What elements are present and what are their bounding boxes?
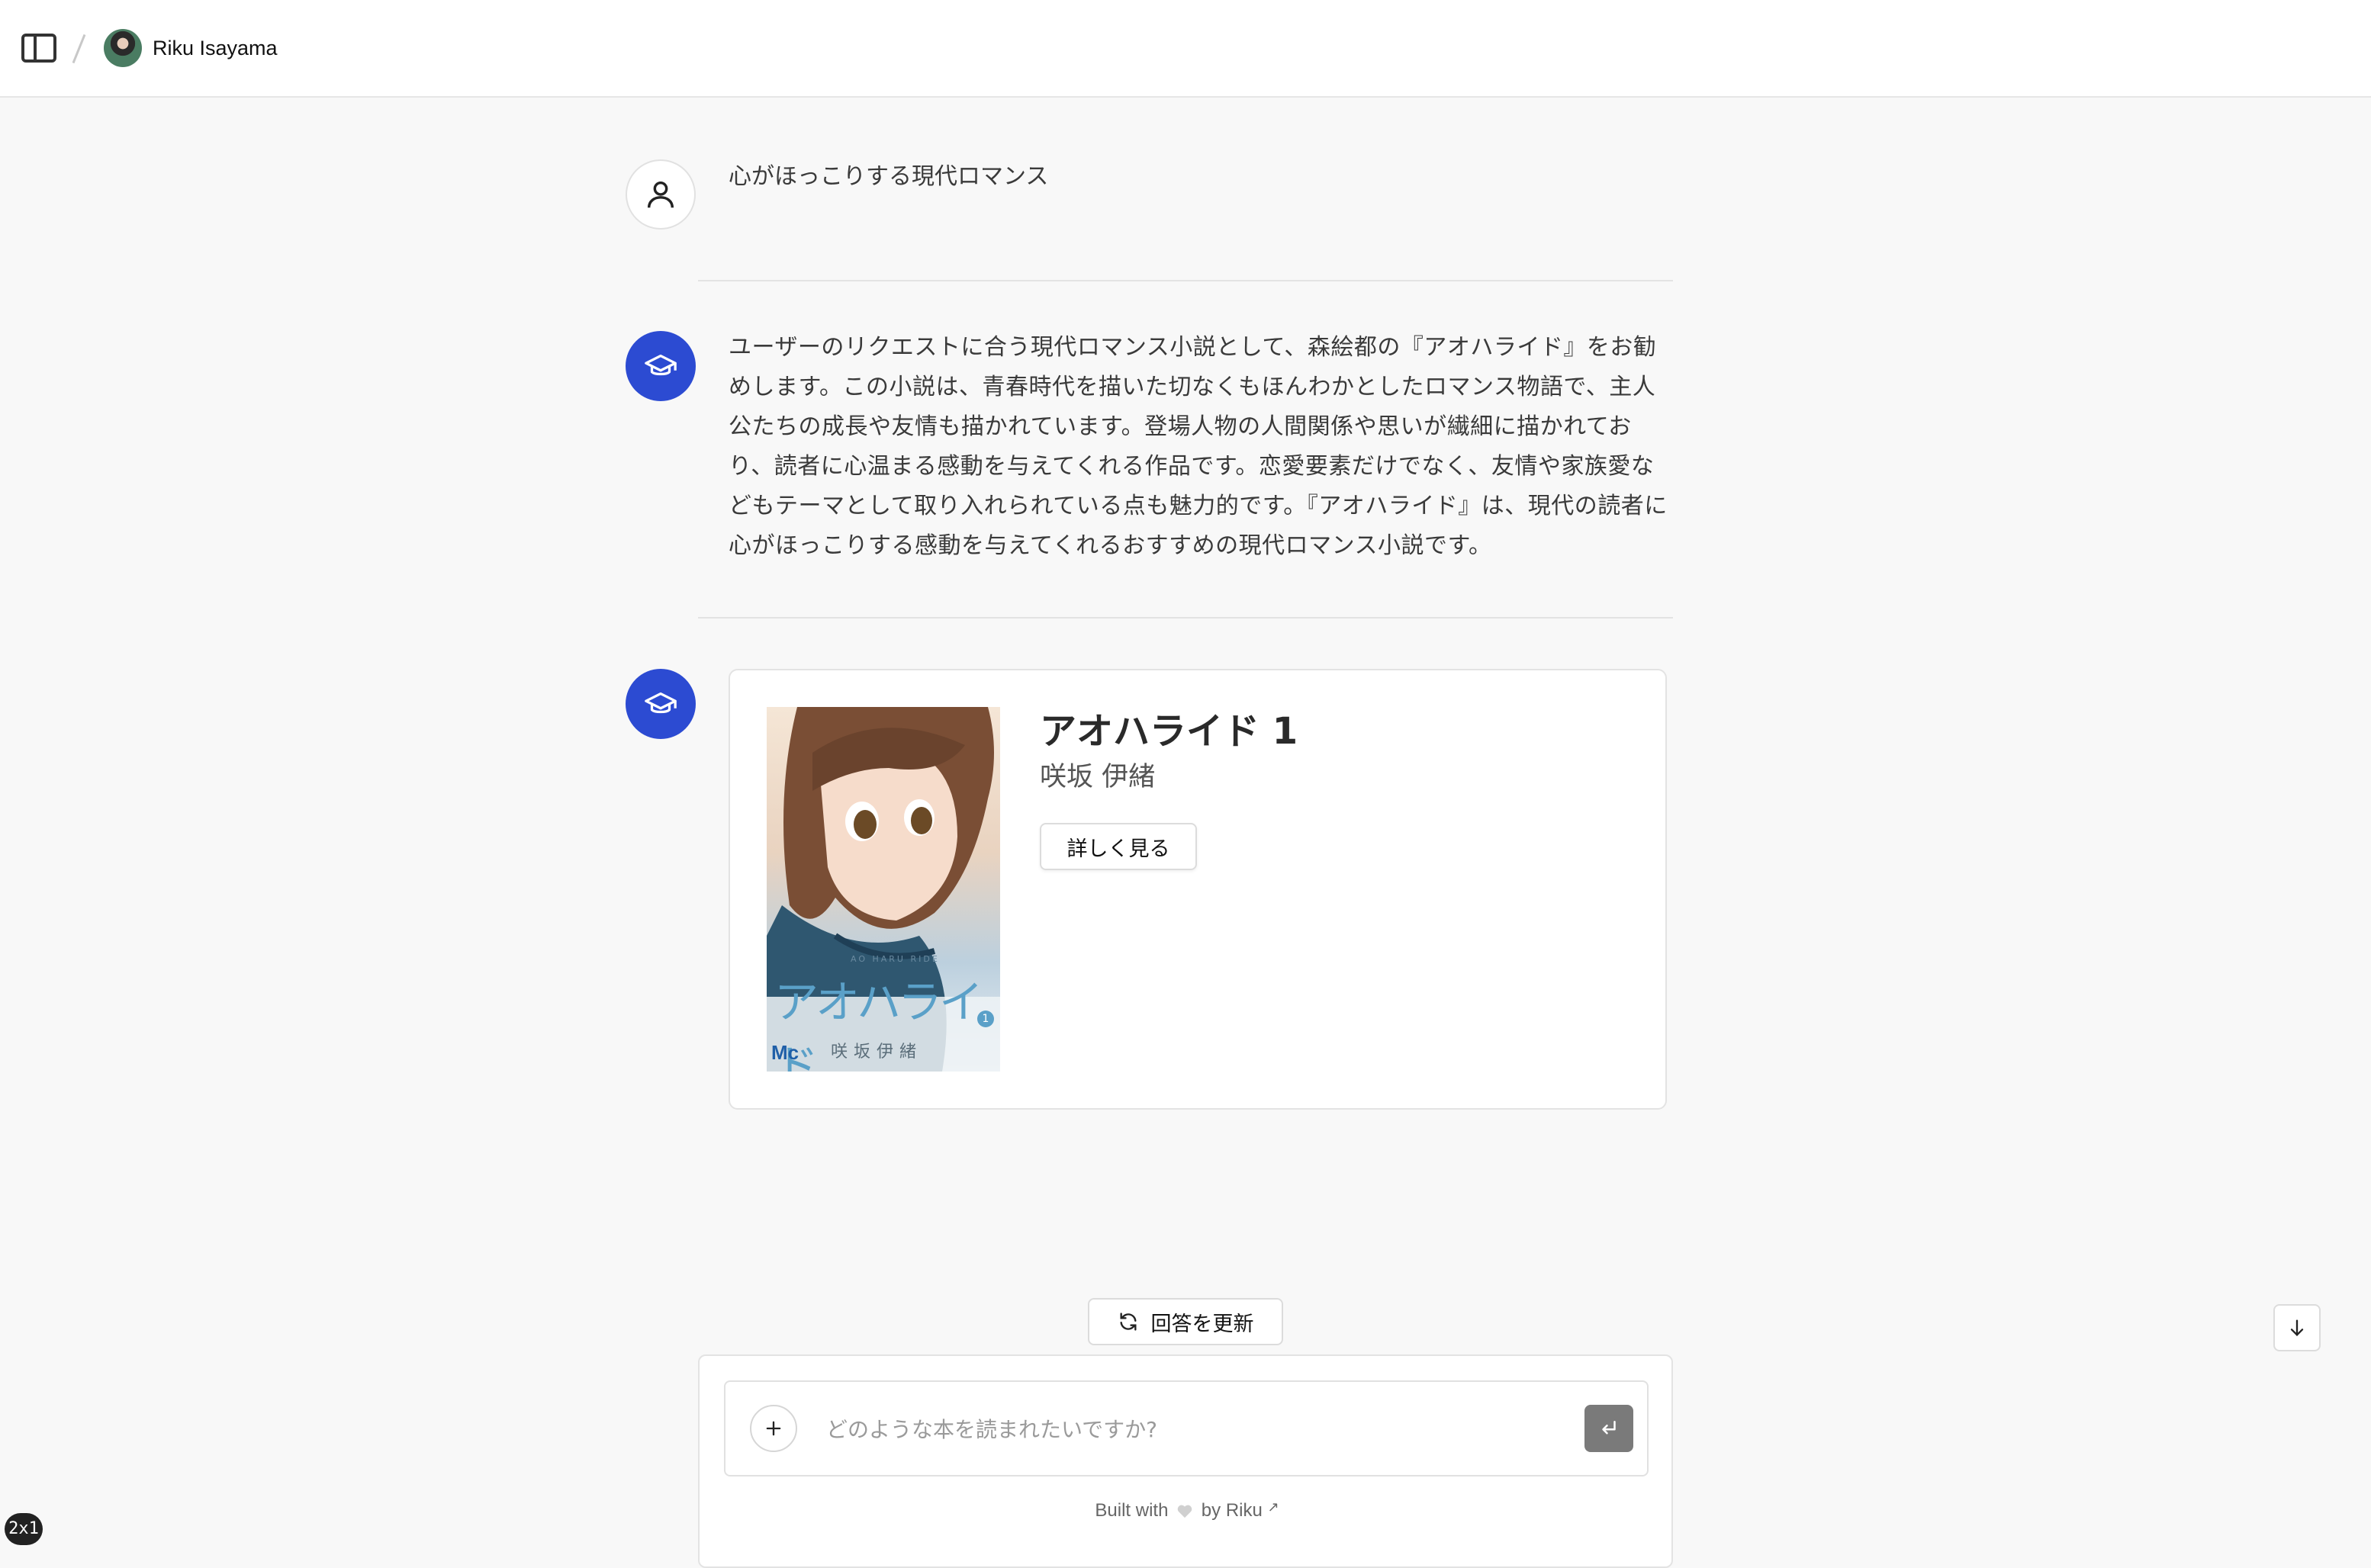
sidebar-toggle-icon[interactable] [21,34,56,63]
send-button[interactable] [1584,1405,1633,1452]
book-author: 咲坂 伊緒 [1040,762,1156,792]
composer: Built with by Riku ↗ [698,1354,1673,1568]
user-avatar-icon [626,159,696,230]
cover-author: 咲坂伊緒 [831,1043,923,1062]
user-icon [647,181,674,208]
book-card: アオハライド AO HARU RIDE 1 咲坂伊緒 Mc アオハライド 1 咲… [729,669,1667,1110]
input-box [724,1380,1649,1476]
cover-volume: 1 [977,1011,994,1027]
book-title: アオハライド 1 [1040,710,1298,753]
enter-icon [1602,1421,1616,1435]
refresh-icon [1120,1313,1136,1331]
scroll-down-button[interactable] [2273,1304,2321,1351]
heart-icon [1177,1505,1192,1518]
footer-credit: Built with by Riku ↗ [700,1499,1674,1521]
assistant-avatar [626,669,696,739]
user-message: 心がほっこりする現代ロマンス [729,163,1049,190]
top-bar: Riku Isayama [0,0,2371,98]
divider [698,617,1673,619]
footer-built-with: Built with [1095,1500,1169,1521]
graduation-cap-icon [645,354,677,376]
avatar[interactable] [104,29,142,67]
details-button[interactable]: 詳しく見る [1040,823,1197,870]
user-name[interactable]: Riku Isayama [153,34,278,63]
plus-icon [766,1421,781,1436]
assistant-message: ユーザーのリクエストに合う現代ロマンス小説として、森絵都の『アオハライド』をお勧… [729,334,1668,559]
add-button[interactable] [750,1405,797,1452]
chat-input[interactable] [825,1405,1560,1454]
graduation-cap-icon [645,692,677,714]
arrow-down-icon [2290,1319,2304,1336]
cover-subtitle: AO HARU RIDE [851,954,940,964]
divider [698,280,1673,281]
zoom-badge: 2x1 [5,1513,43,1545]
breadcrumb-separator [72,34,86,64]
footer-by-link[interactable]: by Riku [1202,1500,1263,1521]
regenerate-button[interactable]: 回答を更新 [1088,1298,1283,1345]
publisher-logo: Mc [771,1041,799,1064]
assistant-avatar [626,331,696,401]
external-link-icon: ↗ [1267,1499,1279,1515]
book-cover-image[interactable]: アオハライド AO HARU RIDE 1 咲坂伊緒 Mc [767,707,1000,1072]
regenerate-label: 回答を更新 [1150,1312,1254,1336]
